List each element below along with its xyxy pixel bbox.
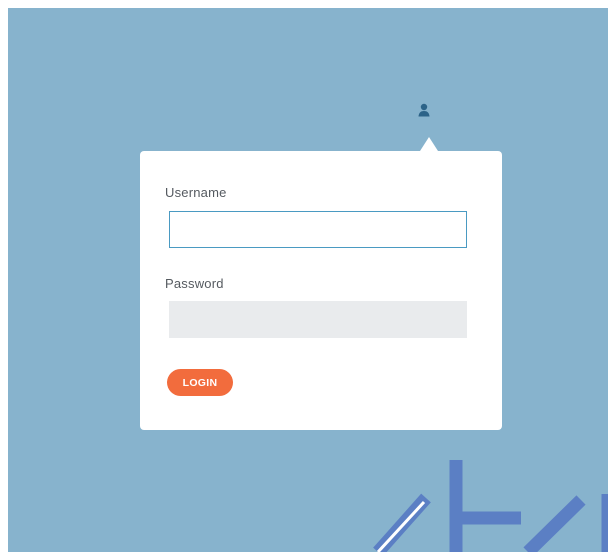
username-label: Username: [165, 185, 227, 200]
username-input[interactable]: [169, 211, 467, 248]
login-card: Username Password LOGIN: [140, 137, 502, 430]
user-icon[interactable]: [416, 102, 432, 118]
login-background: Username Password LOGIN: [8, 8, 608, 552]
login-button[interactable]: LOGIN: [167, 369, 233, 396]
card-caret: [420, 137, 438, 151]
password-label: Password: [165, 276, 224, 291]
password-input[interactable]: [169, 301, 467, 338]
